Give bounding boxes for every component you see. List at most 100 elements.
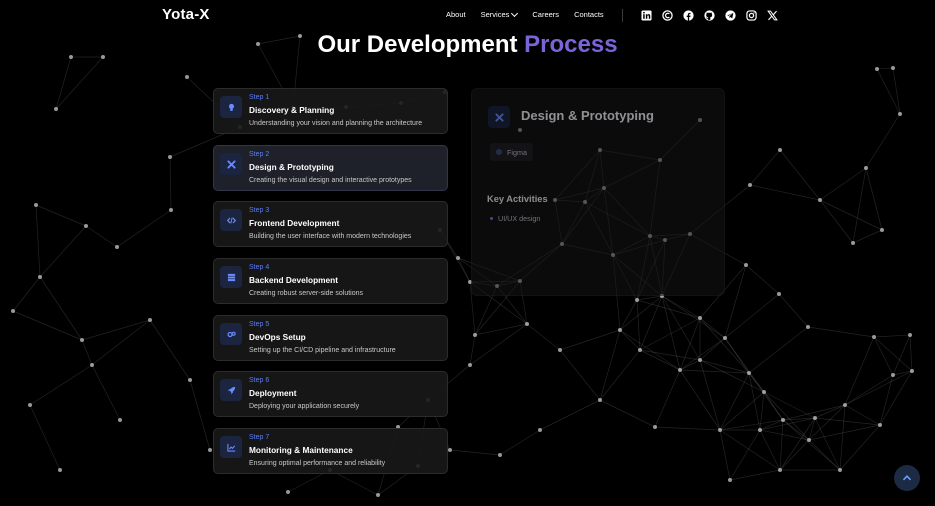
- nav-about[interactable]: About: [446, 10, 466, 19]
- network-node: [728, 478, 732, 482]
- network-link: [865, 167, 883, 231]
- network-node: [90, 363, 94, 367]
- network-link: [469, 334, 476, 366]
- network-node: [185, 75, 189, 79]
- network-node: [618, 328, 622, 332]
- nav-links: About Services Careers Contacts: [446, 9, 604, 19]
- step-card-discovery[interactable]: Step 1 Discovery & Planning Understandin…: [213, 88, 448, 134]
- network-link: [724, 264, 747, 339]
- network-link: [892, 370, 913, 376]
- nav-services-label: Services: [480, 10, 510, 19]
- step-description: Creating robust server-side solutions: [249, 290, 363, 297]
- network-link: [699, 317, 750, 374]
- github-icon[interactable]: [704, 10, 715, 21]
- network-node: [473, 333, 477, 337]
- logo[interactable]: Yota-X: [162, 6, 210, 23]
- nav-contacts[interactable]: Contacts: [574, 10, 604, 19]
- instagram-icon[interactable]: [746, 10, 757, 21]
- facebook-icon[interactable]: [683, 10, 694, 21]
- network-node: [11, 309, 15, 313]
- network-link: [819, 199, 854, 244]
- network-link: [719, 372, 750, 431]
- network-link: [39, 225, 87, 278]
- chevron-down-icon: [511, 9, 519, 17]
- scroll-to-top-button[interactable]: [894, 465, 920, 491]
- step-card-deployment[interactable]: Step 6 Deployment Deploying your applica…: [213, 371, 448, 417]
- network-node: [498, 453, 502, 457]
- step-card-design[interactable]: Step 2 Design & Prototyping Creating the…: [213, 145, 448, 191]
- network-node: [653, 425, 657, 429]
- page-title: Our Development Process: [0, 31, 935, 59]
- nav-services[interactable]: Services: [480, 9, 519, 19]
- step-number: Step 7: [249, 434, 270, 441]
- bullet-icon: [490, 217, 493, 220]
- network-node: [54, 107, 58, 111]
- network-node: [813, 416, 817, 420]
- network-link: [559, 329, 621, 351]
- network-link: [85, 225, 118, 248]
- network-node: [208, 448, 212, 452]
- network-link: [719, 429, 781, 471]
- network-link: [759, 429, 810, 441]
- network-node: [762, 390, 766, 394]
- network-link: [748, 372, 784, 421]
- network-link: [189, 379, 211, 451]
- step-card-backend[interactable]: Step 4 Backend Development Creating robu…: [213, 258, 448, 304]
- network-link: [748, 372, 761, 431]
- network-link: [661, 295, 726, 339]
- crunchbase-icon[interactable]: [662, 10, 673, 21]
- step-number: Step 5: [249, 321, 270, 328]
- network-link: [909, 334, 913, 372]
- network-link: [779, 417, 816, 471]
- step-description: Creating the visual design and interacti…: [249, 177, 412, 184]
- step-card-frontend[interactable]: Step 3 Frontend Development Building the…: [213, 201, 448, 247]
- step-title: Frontend Development: [249, 218, 340, 228]
- network-link: [169, 156, 172, 211]
- network-link: [852, 167, 867, 244]
- network-node: [678, 368, 682, 372]
- step-detail-panel: Design & Prototyping Figma Key Activitie…: [471, 88, 725, 296]
- network-link: [873, 334, 911, 338]
- navbar: Yota-X About Services Careers Contacts: [0, 0, 935, 32]
- linkedin-icon[interactable]: [641, 10, 652, 21]
- network-link: [844, 374, 894, 406]
- nav-careers[interactable]: Careers: [532, 10, 559, 19]
- network-link: [819, 199, 883, 231]
- network-link: [729, 429, 761, 481]
- network-node: [718, 428, 722, 432]
- step-card-devops[interactable]: Step 5 DevOps Setup Setting up the CI/CD…: [213, 315, 448, 361]
- network-link: [679, 317, 701, 371]
- network-link: [763, 391, 810, 441]
- network-link: [779, 439, 810, 471]
- lightbulb-icon: [220, 96, 242, 118]
- network-node: [875, 67, 879, 71]
- server-icon: [220, 266, 242, 288]
- step-card-monitoring[interactable]: Step 7 Monitoring & Maintenance Ensuring…: [213, 428, 448, 474]
- network-link: [116, 209, 172, 248]
- key-activity-label: UI/UX design: [498, 214, 541, 223]
- network-node: [118, 418, 122, 422]
- network-node: [456, 256, 460, 260]
- network-link: [29, 404, 61, 471]
- network-link: [55, 56, 104, 110]
- telegram-icon[interactable]: [725, 10, 736, 21]
- network-node: [34, 203, 38, 207]
- network-node: [635, 298, 639, 302]
- network-link: [808, 404, 846, 441]
- network-link: [839, 424, 881, 471]
- network-link: [559, 349, 601, 401]
- network-node: [80, 338, 84, 342]
- network-link: [873, 336, 913, 372]
- network-link: [865, 113, 901, 169]
- network-node: [598, 398, 602, 402]
- detail-title: Design & Prototyping: [521, 108, 654, 123]
- network-link: [748, 326, 809, 374]
- network-link: [876, 67, 894, 70]
- network-node: [638, 348, 642, 352]
- tool-tag: Figma: [490, 143, 533, 161]
- x-icon[interactable]: [767, 10, 778, 21]
- network-node: [84, 224, 88, 228]
- network-link: [35, 204, 87, 227]
- step-number: Step 2: [249, 151, 270, 158]
- network-node: [908, 333, 912, 337]
